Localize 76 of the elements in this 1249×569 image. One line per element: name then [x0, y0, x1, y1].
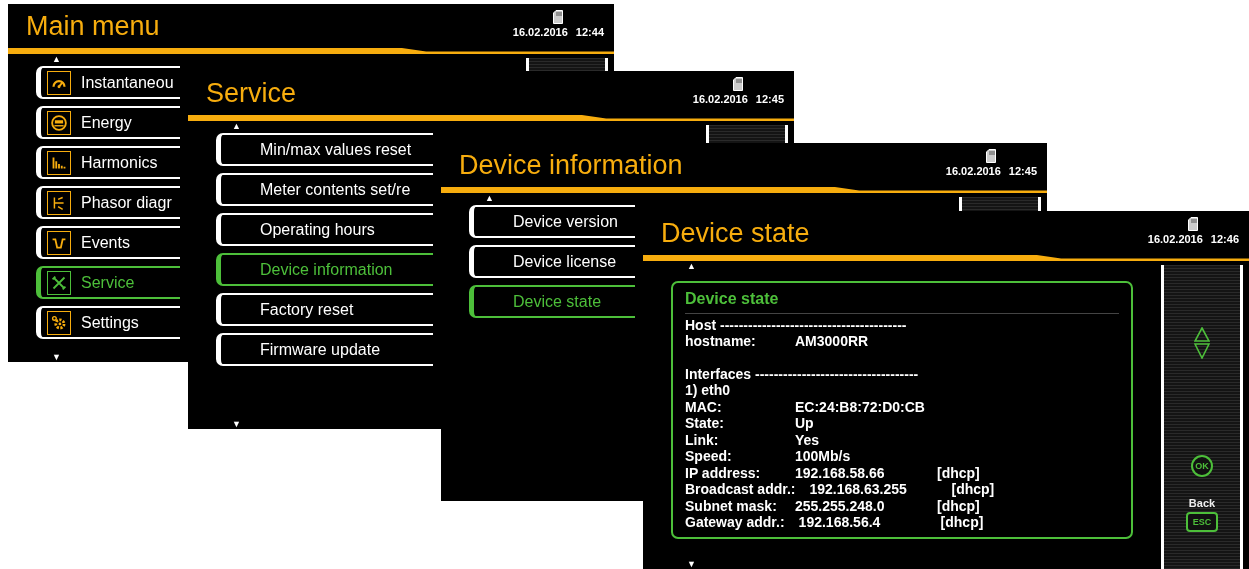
field-value: 100Mb/s: [795, 448, 852, 465]
section-heading: Interfaces -----------------------------------: [685, 365, 919, 382]
back-label: Back: [1188, 497, 1216, 509]
menu-item[interactable]: Harmonics: [36, 146, 180, 179]
menu-item-icon: [47, 150, 71, 175]
screen-title: Device information: [459, 149, 683, 182]
section-heading: 1) eth0: [685, 382, 732, 399]
menu-item[interactable]: Device information: [216, 253, 433, 286]
menu-item[interactable]: Min/max values reset: [216, 133, 433, 166]
time-text: 12:44: [575, 26, 604, 38]
scroll-arrow[interactable]: ▼: [52, 352, 61, 362]
field-label: Link:: [685, 431, 720, 448]
field-value: AM3000RR: [795, 333, 870, 350]
menu-item[interactable]: Service: [36, 266, 180, 299]
field-value: 192.168.56.4: [798, 514, 882, 531]
menu-item[interactable]: Meter contents set/re: [216, 173, 433, 206]
time-text: 12:45: [1008, 165, 1037, 177]
scroll-arrow[interactable]: ▲: [52, 54, 61, 64]
source-tag: [dhcp]: [940, 514, 984, 531]
panel-title: Device state: [685, 289, 1119, 314]
field-label: Subnet mask:: [685, 497, 778, 514]
menu-item[interactable]: Device state: [469, 285, 635, 318]
up-down-icon[interactable]: [1194, 327, 1210, 359]
time-text: 12:45: [755, 93, 784, 105]
field-label: Broadcast addr.:: [685, 481, 796, 498]
screen-title: Service: [206, 77, 297, 110]
source-tag: [dhcp]: [951, 481, 995, 498]
field-value: Up: [795, 415, 815, 432]
menu-item-icon: [47, 230, 71, 255]
sd-card-icon: [553, 10, 564, 24]
menu-item[interactable]: Device license: [469, 245, 635, 278]
screen-title: Main menu: [26, 10, 160, 43]
field-value: 255.255.248.0: [795, 497, 886, 514]
menu-item[interactable]: Events: [36, 226, 180, 259]
field-label: hostname:: [685, 333, 757, 350]
scroll-arrow[interactable]: ▲: [687, 261, 696, 271]
menu-item-icon: [47, 310, 71, 335]
section-heading: Host ----------------------------------------: [685, 316, 907, 333]
ok-button[interactable]: OK: [1191, 455, 1213, 477]
field-label: Speed:: [685, 448, 733, 465]
time-text: 12:46: [1210, 233, 1239, 245]
field-label: Gateway addr.:: [685, 514, 785, 531]
sd-card-icon: [1188, 217, 1199, 231]
source-tag: [dhcp]: [937, 464, 980, 481]
menu-item-icon: [47, 190, 71, 215]
field-label: MAC:: [685, 398, 723, 415]
menu-item[interactable]: Device version: [469, 205, 635, 238]
scroll-arrow[interactable]: ▼: [687, 559, 696, 569]
field-value: EC:24:B8:72:D0:CB: [795, 398, 925, 415]
menu-item[interactable]: Firmware update: [216, 333, 433, 366]
menu-item[interactable]: Factory reset: [216, 293, 433, 326]
sd-card-icon: [733, 77, 744, 91]
menu-item[interactable]: Settings: [36, 306, 180, 339]
screen-title: Device state: [661, 217, 810, 250]
esc-button[interactable]: ESC: [1186, 512, 1218, 532]
menu-item[interactable]: Operating hours: [216, 213, 433, 246]
date-text: 16.02.2016: [1147, 233, 1203, 245]
sd-card-icon: [986, 149, 997, 163]
menu-item-icon: [47, 70, 71, 95]
date-text: 16.02.2016: [692, 93, 748, 105]
field-value: 192.168.58.66: [795, 464, 886, 481]
date-text: 16.02.2016: [945, 165, 1001, 177]
scroll-arrow[interactable]: ▲: [485, 193, 494, 203]
field-value: Yes: [795, 431, 821, 448]
field-value: 192.168.63.255: [809, 481, 908, 498]
scroll-arrow[interactable]: ▼: [232, 419, 241, 429]
source-tag: [dhcp]: [937, 497, 980, 514]
field-label: State:: [685, 415, 725, 432]
menu-item[interactable]: Instantaneou: [36, 66, 180, 99]
menu-item-icon: [47, 270, 71, 295]
menu-item[interactable]: Phasor diagr: [36, 186, 180, 219]
scroll-arrow[interactable]: ▲: [232, 121, 241, 131]
menu-item-icon: [47, 110, 71, 135]
field-label: IP address:: [685, 464, 762, 481]
date-text: 16.02.2016: [512, 26, 568, 38]
menu-item[interactable]: Energy: [36, 106, 180, 139]
